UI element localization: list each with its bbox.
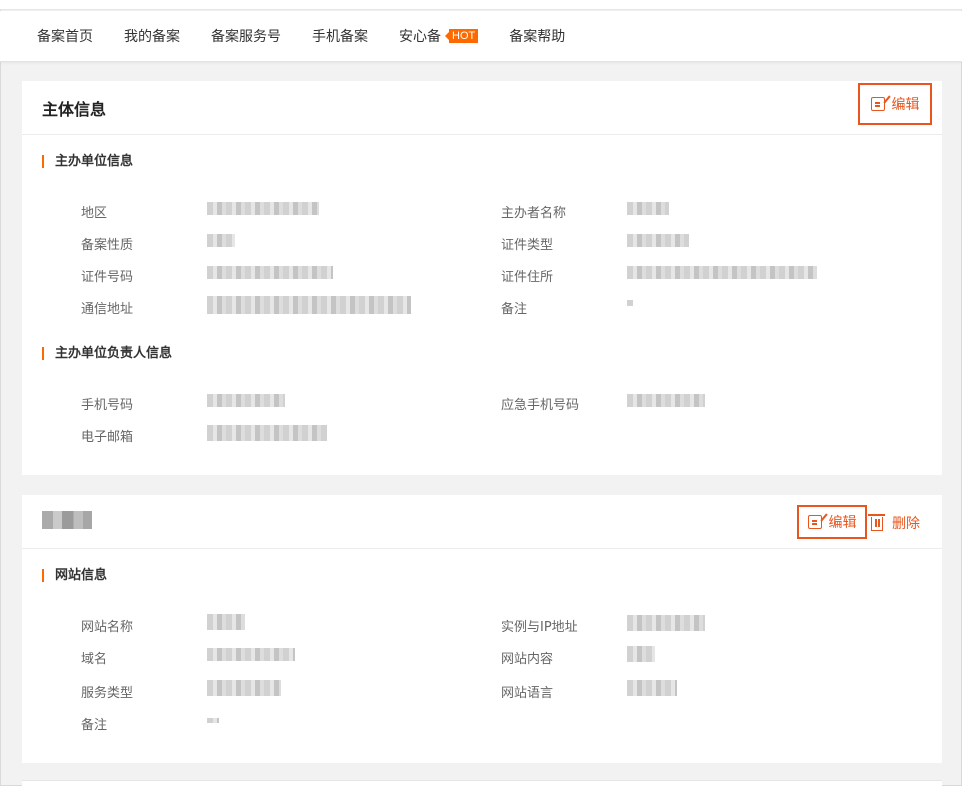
field-value-instance-ip: [627, 615, 705, 631]
field-value-domain: [207, 648, 295, 661]
hot-badge: HOT: [444, 29, 479, 43]
website-edit-button[interactable]: 编辑: [797, 505, 867, 539]
field-value-region: [207, 202, 319, 215]
field-label-remark: 备注: [501, 302, 528, 317]
field-label-email: 电子邮箱: [81, 430, 134, 445]
next-card-edge: [22, 781, 942, 786]
field-value-email: [207, 425, 327, 441]
field-value-sponsor-name: [627, 202, 669, 215]
nav-item-home[interactable]: 备案首页: [37, 26, 93, 46]
divider: [22, 780, 942, 781]
top-strip: [0, 0, 962, 10]
website-title-blurred: [42, 511, 92, 529]
field-label-service-type: 服务类型: [81, 686, 134, 701]
field-value-emergency-mobile: [627, 394, 705, 407]
contact-section-title: 主办单位负责人信息: [42, 347, 172, 360]
nav-item-help[interactable]: 备案帮助: [509, 26, 565, 46]
field-label-region: 地区: [81, 206, 108, 221]
website-header: 编辑 删除: [22, 495, 942, 549]
field-value-cert-type: [627, 234, 689, 247]
field-label-emergency-mobile: 应急手机号码: [501, 398, 580, 413]
subject-edit-button[interactable]: 编辑: [858, 83, 932, 125]
trash-icon: [868, 514, 885, 531]
field-label-site-content: 网站内容: [501, 652, 554, 667]
field-value-remark: [627, 300, 633, 306]
field-label-cert-number: 证件号码: [81, 270, 134, 285]
field-label-mail-address: 通信地址: [81, 302, 134, 317]
field-value-service-type: [207, 680, 281, 696]
subject-info-header: 主体信息 编辑: [22, 81, 942, 135]
website-section-title: 网站信息: [42, 569, 107, 582]
field-label-domain: 域名: [81, 652, 108, 667]
nav-item-anxinbei[interactable]: 安心备 HOT: [399, 26, 479, 46]
field-label-site-remark: 备注: [81, 718, 108, 733]
subject-info-title: 主体信息: [42, 100, 107, 119]
field-value-cert-number: [207, 266, 333, 279]
field-label-site-language: 网站语言: [501, 686, 554, 701]
field-label-cert-address: 证件住所: [501, 270, 554, 285]
field-label-cert-type: 证件类型: [501, 238, 554, 253]
field-label-instance-ip: 实例与IP地址: [501, 620, 578, 635]
field-value-cert-address: [627, 266, 817, 279]
website-card: 编辑 删除 网站信息 网站名称 实例与IP地址 域名 网站内容 服务类型 网站语…: [22, 495, 942, 763]
edit-icon: [870, 97, 885, 111]
field-label-nature: 备案性质: [81, 238, 134, 253]
website-delete-button[interactable]: 删除: [868, 512, 920, 534]
field-label-mobile: 手机号码: [81, 398, 134, 413]
field-value-mobile: [207, 394, 285, 407]
field-value-site-content: [627, 646, 655, 662]
field-label-site-name: 网站名称: [81, 620, 134, 635]
field-value-site-remark: [207, 718, 219, 723]
subject-info-card: 主体信息 编辑 主办单位信息 地区 主办者名称 备案性质 证件类型 证件号码 证…: [22, 81, 942, 475]
field-value-site-language: [627, 680, 677, 696]
edit-label: 编辑: [891, 97, 920, 113]
field-value-site-name: [207, 614, 245, 630]
nav-item-mobile-filing[interactable]: 手机备案: [312, 26, 368, 46]
field-label-sponsor-name: 主办者名称: [501, 206, 567, 221]
field-value-mail-address: [207, 296, 411, 314]
field-value-nature: [207, 234, 235, 247]
edit-label: 编辑: [828, 515, 857, 531]
nav-item-my-records[interactable]: 我的备案: [124, 26, 180, 46]
edit-icon: [807, 515, 822, 529]
top-nav: 备案首页 我的备案 备案服务号 手机备案 安心备 HOT 备案帮助: [0, 11, 962, 62]
nav-item-service-number[interactable]: 备案服务号: [211, 26, 281, 46]
sponsor-section-title: 主办单位信息: [42, 155, 133, 168]
delete-label: 删除: [892, 516, 920, 532]
